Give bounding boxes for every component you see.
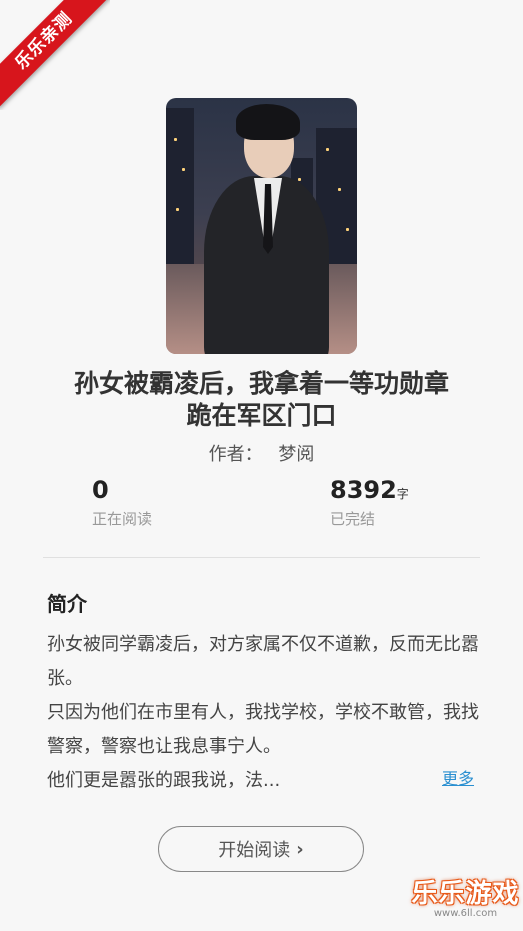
author-name: 梦阅 (278, 444, 315, 465)
start-reading-label: 开始阅读 (218, 840, 291, 861)
readers-label: 正在阅读 (92, 510, 153, 528)
book-cover-image (166, 98, 357, 354)
readers-count: 0 (92, 476, 109, 504)
word-count: 8392 (330, 476, 397, 504)
author-label: 作者： (208, 444, 263, 465)
intro-paragraph: 孙女被同学霸凌后，对方家属不仅不道歉，反而无比嚣张。 (47, 634, 479, 689)
site-watermark: 乐乐游戏 www.6ll.com (408, 880, 523, 920)
words-stat: 8392字 已完结 (330, 476, 409, 529)
start-reading-button[interactable]: 开始阅读 › (158, 826, 364, 872)
book-title: 孙女被霸凌后，我拿着一等功勋章 跪在军区门口 (30, 368, 493, 432)
book-title-line-1: 孙女被霸凌后，我拿着一等功勋章 (73, 369, 449, 398)
section-divider (43, 557, 480, 558)
intro-heading: 简介 (47, 592, 87, 616)
chevron-right-icon: › (296, 838, 304, 860)
corner-ribbon: 乐乐亲测 (0, 0, 110, 110)
more-link[interactable]: 更多 (442, 765, 474, 789)
watermark-url: www.6ll.com (433, 908, 498, 919)
intro-paragraph: 只因为他们在市里有人，我找学校，学校不敢管，我找警察，警察也让我息事宁人。 (47, 702, 479, 757)
readers-stat: 0 正在阅读 (92, 476, 152, 529)
book-title-line-2: 跪在军区门口 (186, 401, 337, 430)
status-label: 已完结 (330, 510, 376, 528)
word-unit: 字 (396, 487, 409, 501)
intro-text: 孙女被同学霸凌后，对方家属不仅不道歉，反而无比嚣张。 只因为他们在市里有人，我找… (47, 628, 479, 798)
author-line: 作者： 梦阅 (0, 440, 523, 466)
ribbon-badge: 乐乐亲测 (0, 0, 110, 109)
intro-paragraph: 他们更是嚣张的跟我说，法... (47, 770, 281, 791)
watermark-brand: 乐乐游戏 (411, 879, 520, 909)
